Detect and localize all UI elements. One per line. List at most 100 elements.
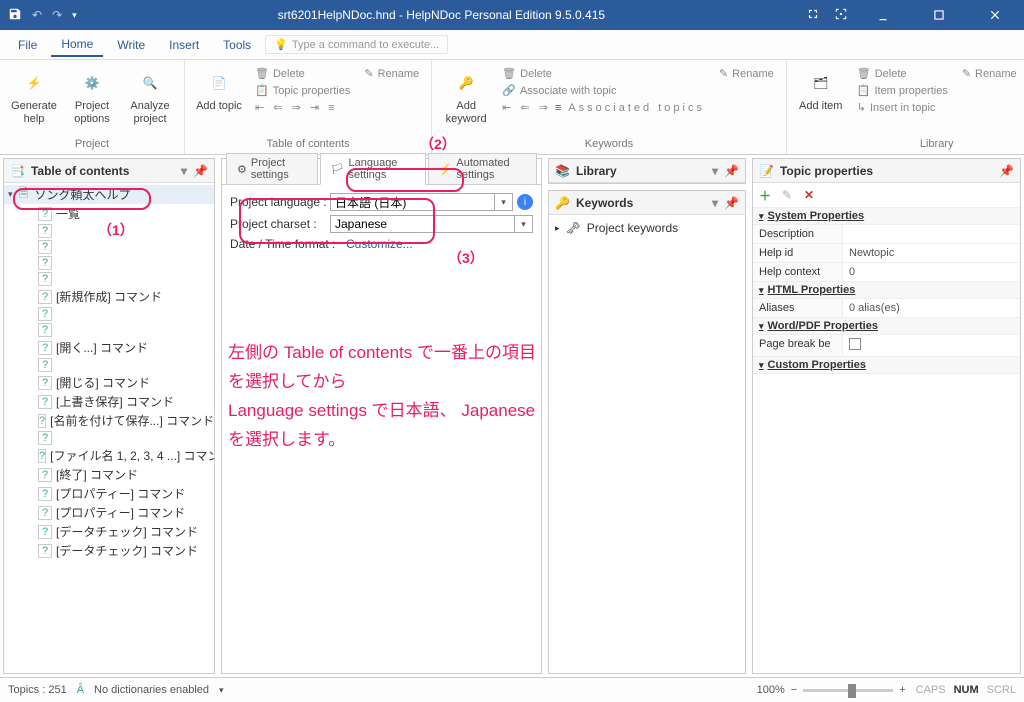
toc-item[interactable]: ?[データチェック] コマンド (4, 541, 214, 560)
analyze-project-button[interactable]: 🔍Analyze project (124, 64, 176, 125)
section-system[interactable]: ▾System Properties (753, 208, 1020, 225)
save-icon[interactable] (8, 7, 22, 24)
lib-rename[interactable]: ✎Rename (958, 66, 1021, 81)
zoom-slider[interactable] (803, 689, 893, 692)
auto-icon: ⚡ (439, 163, 453, 176)
add-topic-button[interactable]: 📄Add topic (193, 64, 245, 113)
toc-item[interactable]: ?[終了] コマンド (4, 465, 214, 484)
tab-automated-settings[interactable]: ⚡Automated settings (428, 153, 537, 184)
toc-item[interactable]: ?[名前を付けて保存...] コマンド (4, 411, 214, 430)
zoom-control[interactable]: 100% − + (757, 684, 906, 696)
lang-input[interactable] (330, 193, 495, 211)
toc-tree[interactable]: ▾ 🗎 ソング頼太ヘルプ ?一覧?????[新規作成] コマンド???[開く..… (4, 183, 214, 673)
tab-insert[interactable]: Insert (159, 34, 209, 56)
toc-item[interactable]: ? (4, 357, 214, 373)
toc-item[interactable]: ?[プロパティー] コマンド (4, 503, 214, 522)
delete-prop-button[interactable]: ✕ (801, 187, 817, 203)
tab-project-settings[interactable]: ⚙Project settings (226, 153, 318, 184)
toc-item[interactable]: ?[開じる] コマンド (4, 373, 214, 392)
toc-item[interactable]: ?[上書き保存] コマンド (4, 392, 214, 411)
toc-item[interactable]: ? (4, 306, 214, 322)
status-dict[interactable]: No dictionaries enabled (94, 684, 209, 696)
minimize-button[interactable] (862, 0, 904, 30)
prop-helpid-val[interactable]: Newtopic (843, 244, 1020, 262)
maximize-button[interactable] (918, 0, 960, 30)
toc-item[interactable]: ?[ファイル名 1, 2, 3, 4 ...] コマンド (4, 446, 214, 465)
prop-pagebreak-val[interactable] (843, 335, 1020, 356)
pin-icon[interactable]: 📌 (193, 164, 208, 178)
section-wordpdf[interactable]: ▾Word/PDF Properties (753, 318, 1020, 335)
expand-icon[interactable] (806, 7, 820, 24)
tab-write[interactable]: Write (107, 34, 155, 56)
toc-item[interactable]: ?[データチェック] コマンド (4, 522, 214, 541)
pin-icon[interactable]: 📌 (999, 164, 1014, 178)
props-icon: 📋 (255, 84, 269, 97)
section-html[interactable]: ▾HTML Properties (753, 282, 1020, 299)
toc-arrows[interactable]: ⇤ ⇐ ⇒ ⇥ ≡ (251, 100, 354, 115)
lib-insert[interactable]: ↳Insert in topic (853, 100, 952, 115)
prop-aliases-val[interactable]: 0 alias(es) (843, 299, 1020, 317)
toc-item[interactable]: ? (4, 322, 214, 338)
add-item-button[interactable]: 🗂Add item (795, 64, 847, 113)
chevron-down-icon[interactable]: ▾ (8, 189, 13, 200)
toc-item[interactable]: ?[開く...] コマンド (4, 338, 214, 357)
ribbon-group-toc: 📄Add topic 🗑Delete 📋Topic properties ⇤ ⇐… (185, 60, 432, 154)
lang-dropdown[interactable]: ▾ (495, 193, 513, 211)
tab-file[interactable]: File (8, 34, 47, 56)
command-search[interactable]: 💡 Type a command to execute... (265, 35, 448, 54)
pin-icon[interactable]: 📌 (724, 164, 739, 178)
toc-item-label: [開じる] コマンド (56, 374, 150, 391)
prop-helpctx-val[interactable]: 0 (843, 263, 1020, 281)
tab-home[interactable]: Home (51, 33, 103, 57)
panel-menu-icon[interactable]: ▾ (712, 164, 718, 178)
prop-desc-val[interactable] (843, 225, 1020, 243)
customize-link[interactable]: Customize... (346, 237, 413, 251)
kw-arrows[interactable]: ⇤ ⇐ ⇒ ≡ Associated topics (498, 100, 709, 115)
edit-prop-button[interactable]: ✎ (779, 187, 795, 203)
props-title: Topic properties (780, 164, 873, 178)
add-prop-button[interactable]: ＋ (757, 187, 773, 203)
gear-icon: ⚙ (237, 163, 247, 176)
lib-delete[interactable]: 🗑Delete (853, 66, 952, 81)
section-custom[interactable]: ▾Custom Properties (753, 357, 1020, 374)
library-column: 📚Library▾📌 🔑Keywords▾📌 ▸🗝Project keyword… (545, 155, 749, 677)
generate-help-button[interactable]: ⚡Generate help (8, 64, 60, 125)
focus-icon[interactable] (834, 7, 848, 24)
toc-root-item[interactable]: ▾ 🗎 ソング頼太ヘルプ (4, 185, 214, 204)
pin-icon[interactable]: 📌 (724, 196, 739, 210)
charset-input[interactable] (330, 215, 515, 233)
toc-rename[interactable]: ✎Rename (360, 66, 423, 81)
keywords-root[interactable]: ▸🗝Project keywords (553, 219, 741, 237)
lib-itemprops[interactable]: 📋Item properties (853, 83, 952, 98)
panel-menu-icon[interactable]: ▾ (712, 196, 718, 210)
toc-item[interactable]: ? (4, 430, 214, 446)
close-button[interactable] (974, 0, 1016, 30)
spellcheck-icon[interactable]: Ȃ (77, 684, 84, 696)
zoom-in-icon[interactable]: + (899, 684, 905, 696)
add-keyword-button[interactable]: 🔑Add keyword (440, 64, 492, 125)
kw-rename[interactable]: ✎Rename (715, 66, 778, 81)
tab-tools[interactable]: Tools (213, 34, 261, 56)
charset-dropdown[interactable]: ▾ (515, 215, 533, 233)
toc-delete[interactable]: 🗑Delete (251, 66, 354, 81)
toc-item[interactable]: ? (4, 255, 214, 271)
info-icon[interactable]: i (517, 194, 533, 210)
kw-delete[interactable]: 🗑Delete (498, 66, 709, 81)
toc-topic-props[interactable]: 📋Topic properties (251, 83, 354, 98)
kw-assoc[interactable]: 🔗Associate with topic (498, 83, 709, 98)
toc-item[interactable]: ? (4, 239, 214, 255)
undo-icon[interactable]: ↶ (32, 8, 42, 22)
panel-menu-icon[interactable]: ▾ (181, 164, 187, 178)
dict-dropdown-icon[interactable]: ▾ (219, 685, 224, 696)
redo-icon[interactable]: ↷ (52, 8, 62, 22)
toc-item[interactable]: ?[新規作成] コマンド (4, 287, 214, 306)
toc-item[interactable]: ? (4, 271, 214, 287)
tab-language-settings[interactable]: 🏳Language settings (320, 153, 426, 185)
checkbox[interactable] (849, 338, 861, 350)
callout-1-label: （1） (98, 220, 134, 240)
prop-helpctx-key: Help context (753, 263, 843, 281)
chevron-right-icon[interactable]: ▸ (555, 223, 560, 234)
project-options-button[interactable]: ⚙️Project options (66, 64, 118, 125)
toc-item[interactable]: ?[プロパティー] コマンド (4, 484, 214, 503)
zoom-out-icon[interactable]: − (791, 684, 797, 696)
